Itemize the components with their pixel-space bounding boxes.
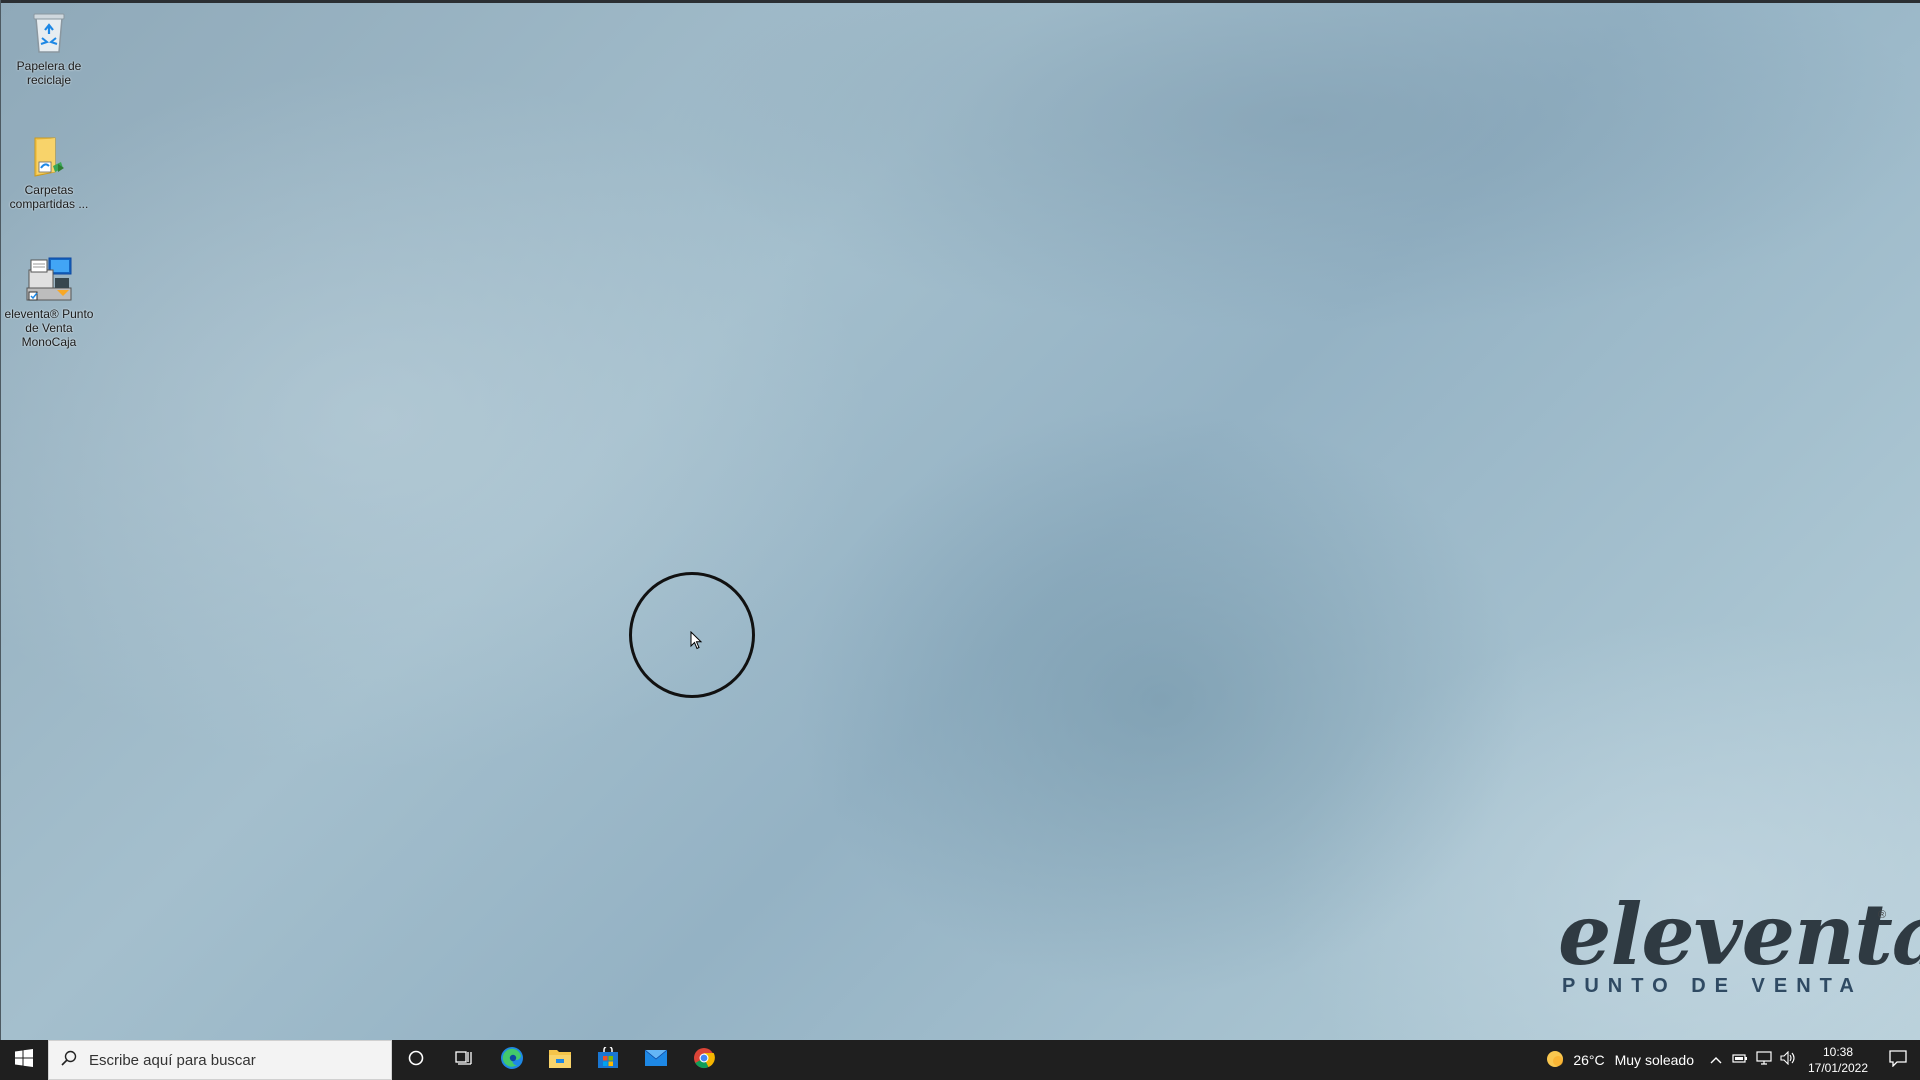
recycle-bin-label: Papelera de reciclaje <box>16 59 82 87</box>
mouse-cursor-icon <box>690 630 704 656</box>
store-button[interactable] <box>584 1040 632 1080</box>
edge-button[interactable] <box>488 1040 536 1080</box>
start-button[interactable] <box>0 1040 48 1080</box>
network-button[interactable] <box>1752 1040 1776 1080</box>
top-border <box>0 0 1920 3</box>
network-icon <box>1756 1050 1772 1070</box>
taskbar-clock[interactable]: 10:38 17/01/2022 <box>1800 1044 1876 1076</box>
chevron-up-icon <box>1710 1051 1722 1069</box>
chrome-button[interactable] <box>680 1040 728 1080</box>
cortana-button[interactable] <box>392 1040 440 1080</box>
mail-icon <box>644 1049 668 1072</box>
desktop-icon-eleventa[interactable]: eleventa® Punto de Venta MonoCaja <box>2 256 96 349</box>
windows-logo-icon <box>15 1048 33 1072</box>
speaker-icon <box>1780 1050 1796 1070</box>
left-border <box>0 0 1 1080</box>
taskbar-search-box[interactable]: Escribe aquí para buscar <box>48 1040 392 1080</box>
shared-folders-label: Carpetas compartidas ... <box>9 183 89 211</box>
eleventa-app-icon <box>25 256 73 304</box>
show-hidden-icons-button[interactable] <box>1704 1040 1728 1080</box>
chrome-icon <box>693 1047 715 1074</box>
clock-date: 17/01/2022 <box>1807 1061 1869 1075</box>
battery-button[interactable] <box>1728 1040 1752 1080</box>
clock-time: 10:38 <box>1822 1045 1854 1059</box>
notification-icon <box>1889 1049 1907 1072</box>
desktop-icon-recycle-bin[interactable]: Papelera de reciclaje <box>2 8 96 87</box>
brand-registered-mark: ® <box>1878 909 1887 921</box>
shared-folders-icon <box>25 132 73 180</box>
taskbar: Escribe aquí para buscar 26°C Muy solead… <box>0 1040 1920 1080</box>
search-icon <box>61 1050 77 1071</box>
brand-subtitle: PUNTO DE VENTA <box>1562 975 1863 997</box>
volume-button[interactable] <box>1776 1040 1800 1080</box>
search-placeholder: Escribe aquí para buscar <box>89 1051 256 1069</box>
weather-condition: Muy soleado <box>1614 1052 1694 1068</box>
file-explorer-button[interactable] <box>536 1040 584 1080</box>
notification-center-button[interactable] <box>1876 1040 1920 1080</box>
weather-temperature: 26°C <box>1573 1052 1605 1068</box>
desktop-icon-shared-folders[interactable]: Carpetas compartidas ... <box>2 132 96 211</box>
battery-icon <box>1732 1051 1748 1069</box>
task-view-button[interactable] <box>440 1040 488 1080</box>
eleventa-app-label: eleventa® Punto de Venta MonoCaja <box>4 307 94 349</box>
brand-name: eleventa <box>1558 885 1920 984</box>
system-tray: 26°C Muy soleado 10:38 17/01/2022 <box>1535 1040 1920 1080</box>
sun-icon <box>1545 1049 1565 1072</box>
recycle-bin-icon <box>25 8 73 56</box>
task-view-icon <box>455 1050 473 1071</box>
cortana-icon <box>408 1050 424 1071</box>
store-icon <box>597 1044 619 1074</box>
edge-icon <box>500 1046 524 1075</box>
weather-widget[interactable]: 26°C Muy soleado <box>1535 1040 1704 1080</box>
mail-button[interactable] <box>632 1040 680 1080</box>
file-explorer-icon <box>548 1047 572 1074</box>
eleventa-logo: eleventa ® PUNTO DE VENTA <box>1550 885 1920 1005</box>
desktop-background[interactable]: Papelera de reciclaje Carpetas compartid… <box>0 0 1920 1080</box>
